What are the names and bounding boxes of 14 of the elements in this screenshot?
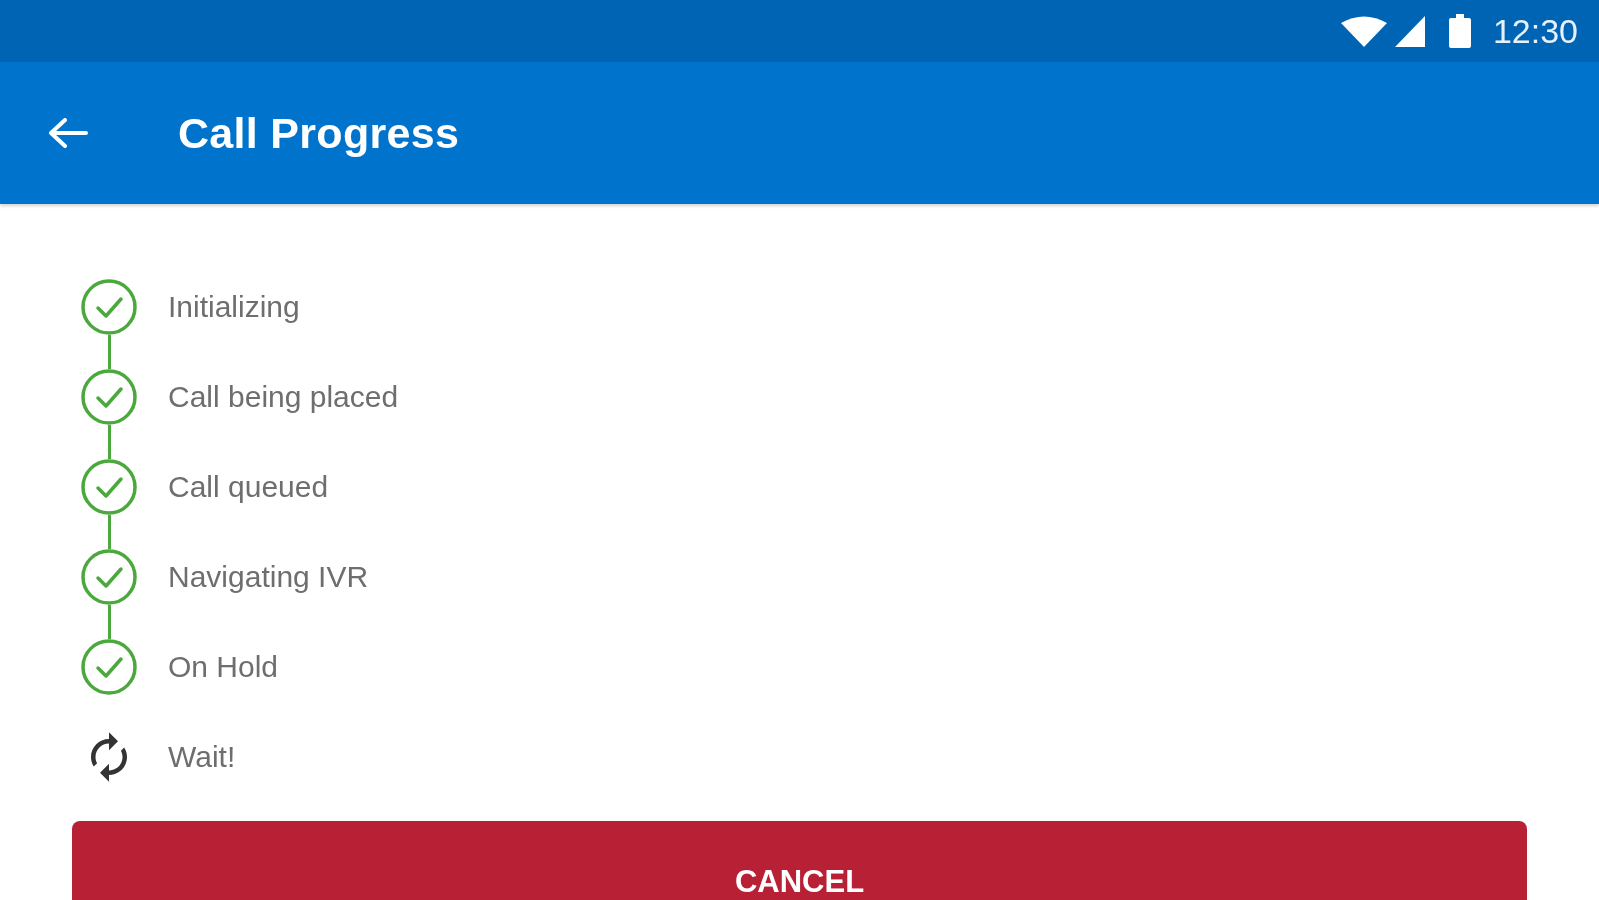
cancel-button[interactable]: CANCEL bbox=[72, 821, 1527, 900]
step-label: Initializing bbox=[168, 289, 300, 325]
step-label: Call being placed bbox=[168, 379, 399, 415]
wifi-icon bbox=[1340, 15, 1387, 47]
step-label: Call queued bbox=[168, 469, 329, 505]
step-label: Navigating IVR bbox=[168, 559, 369, 595]
step-label: Wait! bbox=[168, 739, 236, 775]
step-label: On Hold bbox=[168, 649, 279, 685]
battery-icon bbox=[1448, 14, 1471, 48]
signal-icon bbox=[1394, 15, 1425, 47]
back-button[interactable] bbox=[48, 118, 88, 148]
screen-title: Call Progress bbox=[178, 108, 460, 158]
back-arrow-icon bbox=[48, 118, 88, 148]
status-time: 12:30 bbox=[1492, 11, 1578, 51]
